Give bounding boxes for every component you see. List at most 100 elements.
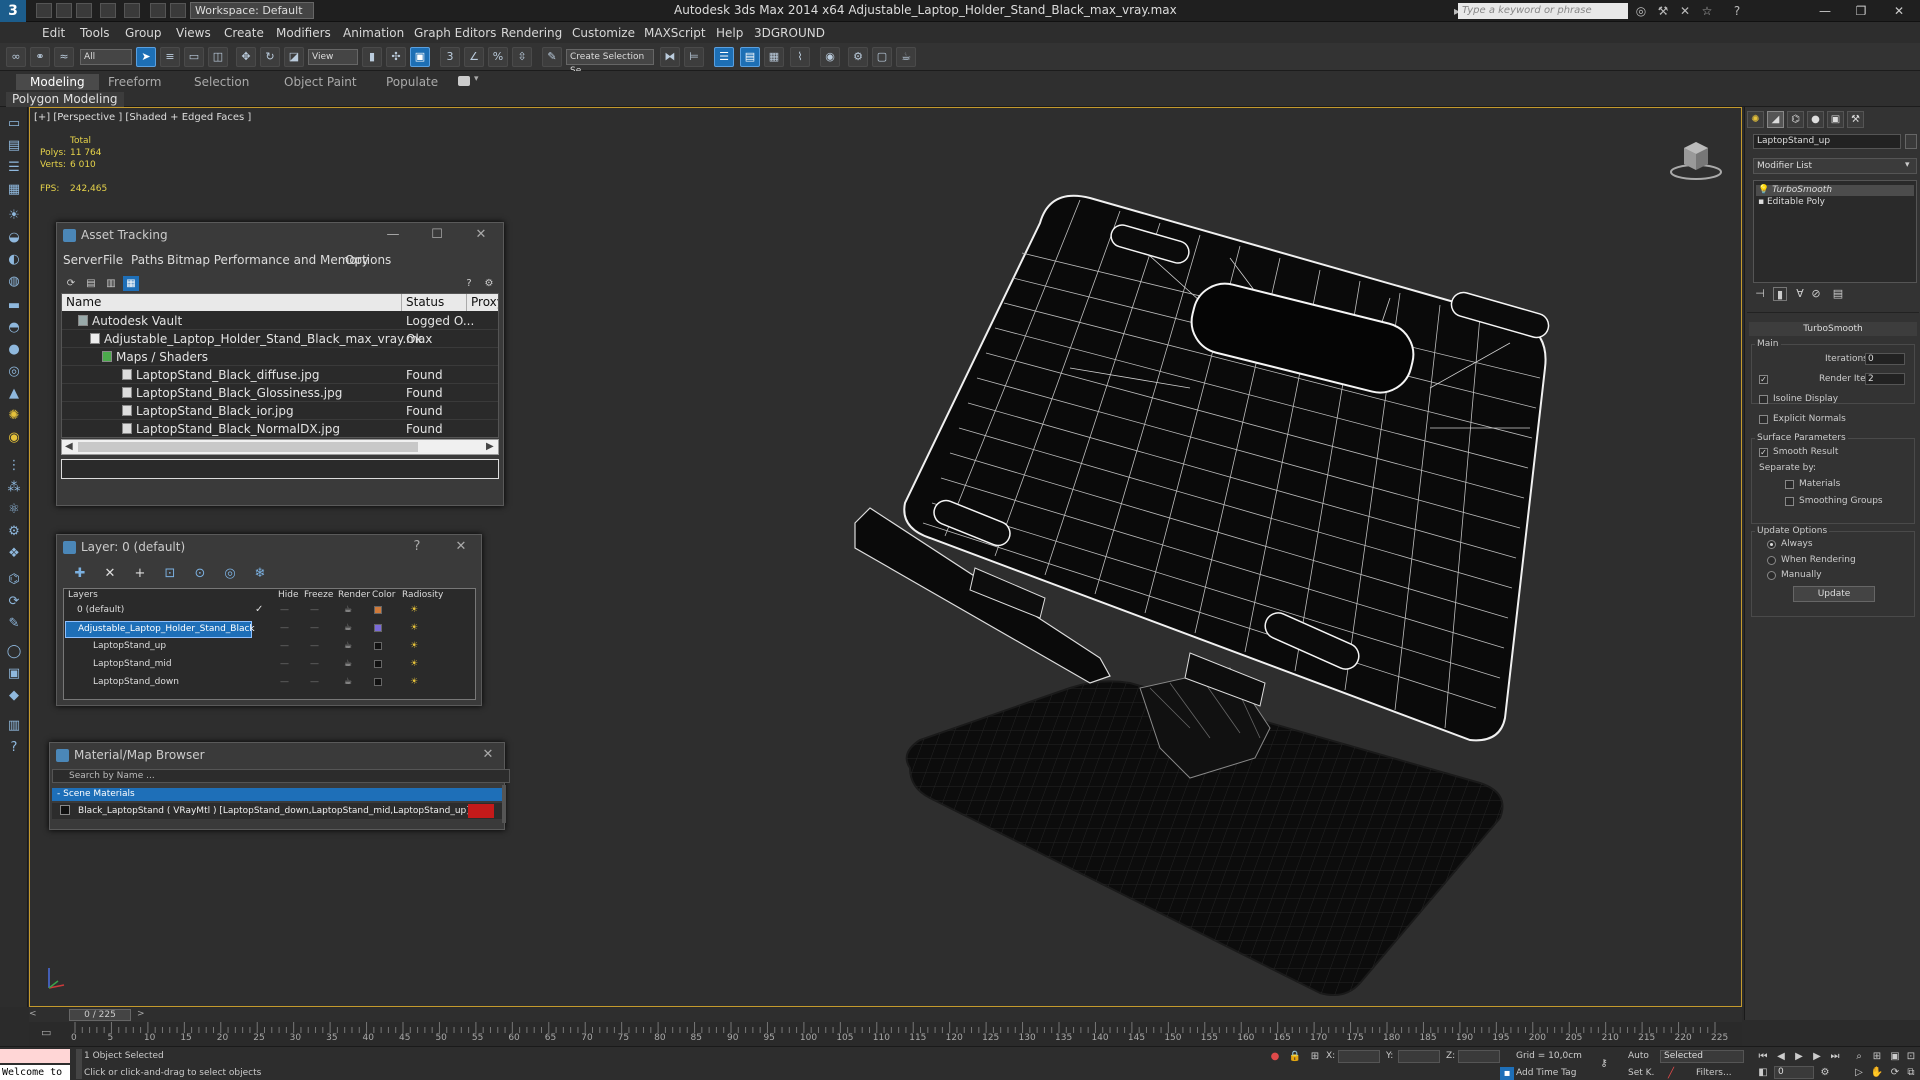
ribbon-tab-selection[interactable]: Selection: [180, 74, 263, 90]
menu-rendering[interactable]: Rendering: [501, 26, 562, 40]
zoom-extents-icon[interactable]: ▣: [1888, 1050, 1902, 1063]
qa-dropdown-icon[interactable]: [170, 3, 186, 18]
lightbulb-icon[interactable]: 💡: [1758, 185, 1769, 195]
col-color[interactable]: Color: [372, 590, 396, 600]
radiosity-icon[interactable]: ☀: [410, 677, 418, 687]
new-file-icon[interactable]: [36, 3, 52, 18]
scroll-left-icon[interactable]: ◀: [65, 441, 73, 452]
at-menu-file[interactable]: File: [103, 253, 123, 267]
table-row[interactable]: LaptopStand_Black_NormalDX.jpg Found: [62, 420, 498, 437]
at-settings-icon[interactable]: ⚙: [481, 276, 497, 291]
globe-icon[interactable]: ◯: [4, 643, 24, 661]
light-icon[interactable]: ☀: [4, 207, 24, 225]
at-tree-icon[interactable]: ▥: [103, 276, 119, 291]
shapes-icon[interactable]: ◐: [4, 251, 24, 269]
menu-edit[interactable]: Edit: [42, 26, 65, 40]
pivot-center-icon[interactable]: ▮: [362, 47, 382, 67]
table-row[interactable]: Adjustable_Laptop_Holder_Stand_Black_max…: [62, 330, 498, 348]
play-icon[interactable]: ▶: [1792, 1050, 1806, 1063]
freeze-toggle[interactable]: —: [310, 605, 319, 615]
display-tab-icon[interactable]: ▣: [1827, 111, 1844, 128]
asset-table-scrollbar[interactable]: ◀ ▶: [61, 439, 499, 455]
menu-modifiers[interactable]: Modifiers: [276, 26, 331, 40]
space-warp-icon[interactable]: ❖: [4, 545, 24, 563]
when-rendering-radio[interactable]: [1767, 556, 1776, 565]
add-to-layer-icon[interactable]: +: [131, 565, 149, 583]
particles-icon[interactable]: ⁂: [4, 479, 24, 497]
freeze-toggle[interactable]: —: [310, 623, 319, 633]
add-time-tag[interactable]: Add Time Tag: [1516, 1068, 1576, 1078]
menu-customize[interactable]: Customize: [572, 26, 635, 40]
render-toggle-icon[interactable]: ☕: [344, 677, 352, 687]
maximize-icon[interactable]: ☐: [427, 226, 447, 244]
scale-icon[interactable]: ◪: [284, 47, 304, 67]
isoline-checkbox[interactable]: [1759, 395, 1768, 404]
table-row[interactable]: Maps / Shaders: [62, 348, 498, 366]
material-search-input[interactable]: Search by Name ...: [52, 769, 510, 783]
menu-graph-editors[interactable]: Graph Editors: [414, 26, 496, 40]
sphere-icon[interactable]: ●: [4, 341, 24, 359]
curve-editor-mini-icon[interactable]: ▭: [41, 1026, 51, 1039]
close-icon[interactable]: ✕: [1884, 2, 1914, 20]
edit-named-sel-icon[interactable]: ✎: [542, 47, 562, 67]
layer-color-swatch[interactable]: [374, 660, 382, 668]
menu-tools[interactable]: Tools: [80, 26, 110, 40]
time-slider[interactable]: < 0 / 225 >: [29, 1008, 1742, 1022]
set-key-button[interactable]: Set K.: [1628, 1068, 1654, 1078]
render-production-icon[interactable]: ☕: [896, 47, 916, 67]
y-coord-field[interactable]: [1398, 1050, 1440, 1063]
at-list-icon[interactable]: ▤: [83, 276, 99, 291]
list-icon[interactable]: ☰: [4, 159, 24, 177]
layer-manager-icon[interactable]: ▤: [740, 47, 760, 67]
percent-snap-icon[interactable]: %: [488, 47, 508, 67]
laptop-stand-wireframe[interactable]: [670, 128, 1570, 1008]
key-selected-dropdown[interactable]: Selected: [1660, 1050, 1744, 1063]
maxscript-mini-listener[interactable]: Welcome to: [0, 1065, 70, 1080]
hide-toggle[interactable]: —: [280, 605, 289, 615]
dynamics-icon[interactable]: ⚛: [4, 501, 24, 519]
motion-tab-icon[interactable]: ●: [1807, 111, 1824, 128]
at-refresh-icon[interactable]: ⟳: [63, 276, 79, 291]
remove-modifier-icon[interactable]: ⊘: [1809, 287, 1823, 301]
layer-row[interactable]: LaptopStand_down: [65, 675, 252, 692]
render-setup-icon[interactable]: ⚙: [848, 47, 868, 67]
show-end-result-icon[interactable]: ▮: [1773, 287, 1787, 301]
object-name-field[interactable]: LaptopStand_up: [1753, 134, 1901, 149]
pin-stack-icon[interactable]: ⊣: [1753, 287, 1767, 301]
isolate-icon[interactable]: ●: [1268, 1050, 1282, 1063]
selection-filter-select[interactable]: All: [80, 49, 132, 65]
go-to-end-icon[interactable]: ⏭: [1828, 1050, 1842, 1063]
omni-light-icon[interactable]: ◉: [4, 429, 24, 447]
key-mode-icon[interactable]: ◧: [1756, 1066, 1770, 1079]
close-icon[interactable]: ✕: [478, 746, 498, 764]
select-in-layer-icon[interactable]: ⊡: [161, 565, 179, 583]
highlight-layer-icon[interactable]: ⊙: [191, 565, 209, 583]
x-coord-field[interactable]: [1338, 1050, 1380, 1063]
absolute-mode-icon[interactable]: ⊞: [1308, 1050, 1322, 1063]
rect-selection-icon[interactable]: ▭: [184, 47, 204, 67]
make-unique-icon[interactable]: ∀: [1793, 287, 1807, 301]
at-menu-server[interactable]: Server: [63, 253, 102, 267]
viewport-layout-icon[interactable]: ▭: [4, 115, 24, 133]
key-filters-button[interactable]: Filters...: [1696, 1068, 1732, 1078]
keyboard-shortcut-icon[interactable]: ▣: [410, 47, 430, 67]
render-toggle-icon[interactable]: ☕: [344, 623, 352, 633]
modifier-list-dropdown[interactable]: Modifier List: [1753, 158, 1917, 174]
time-config-icon[interactable]: ⚙: [1818, 1066, 1832, 1079]
ribbon-tab-object-paint[interactable]: Object Paint: [270, 74, 371, 90]
layer-row[interactable]: LaptopStand_mid: [65, 657, 252, 674]
viewcube-icon[interactable]: [1668, 136, 1724, 182]
menu-3dground[interactable]: 3DGROUND: [754, 26, 825, 40]
paint-icon[interactable]: ✎: [4, 615, 24, 633]
layer-row-selected[interactable]: Adjustable_Laptop_Holder_Stand_Black: [65, 621, 255, 638]
app-logo-icon[interactable]: 3: [0, 0, 26, 22]
align-icon[interactable]: ⊨: [684, 47, 704, 67]
stack-item-editable-poly[interactable]: ▪ Editable Poly: [1758, 197, 1825, 208]
hide-toggle[interactable]: —: [280, 659, 289, 669]
sun-icon[interactable]: ✺: [4, 407, 24, 425]
current-frame-field[interactable]: 0: [1774, 1066, 1814, 1079]
undo-icon[interactable]: [100, 3, 116, 18]
at-help-icon[interactable]: ?: [461, 276, 477, 291]
open-file-icon[interactable]: [56, 3, 72, 18]
scene-tools-icon[interactable]: ▤: [4, 137, 24, 155]
